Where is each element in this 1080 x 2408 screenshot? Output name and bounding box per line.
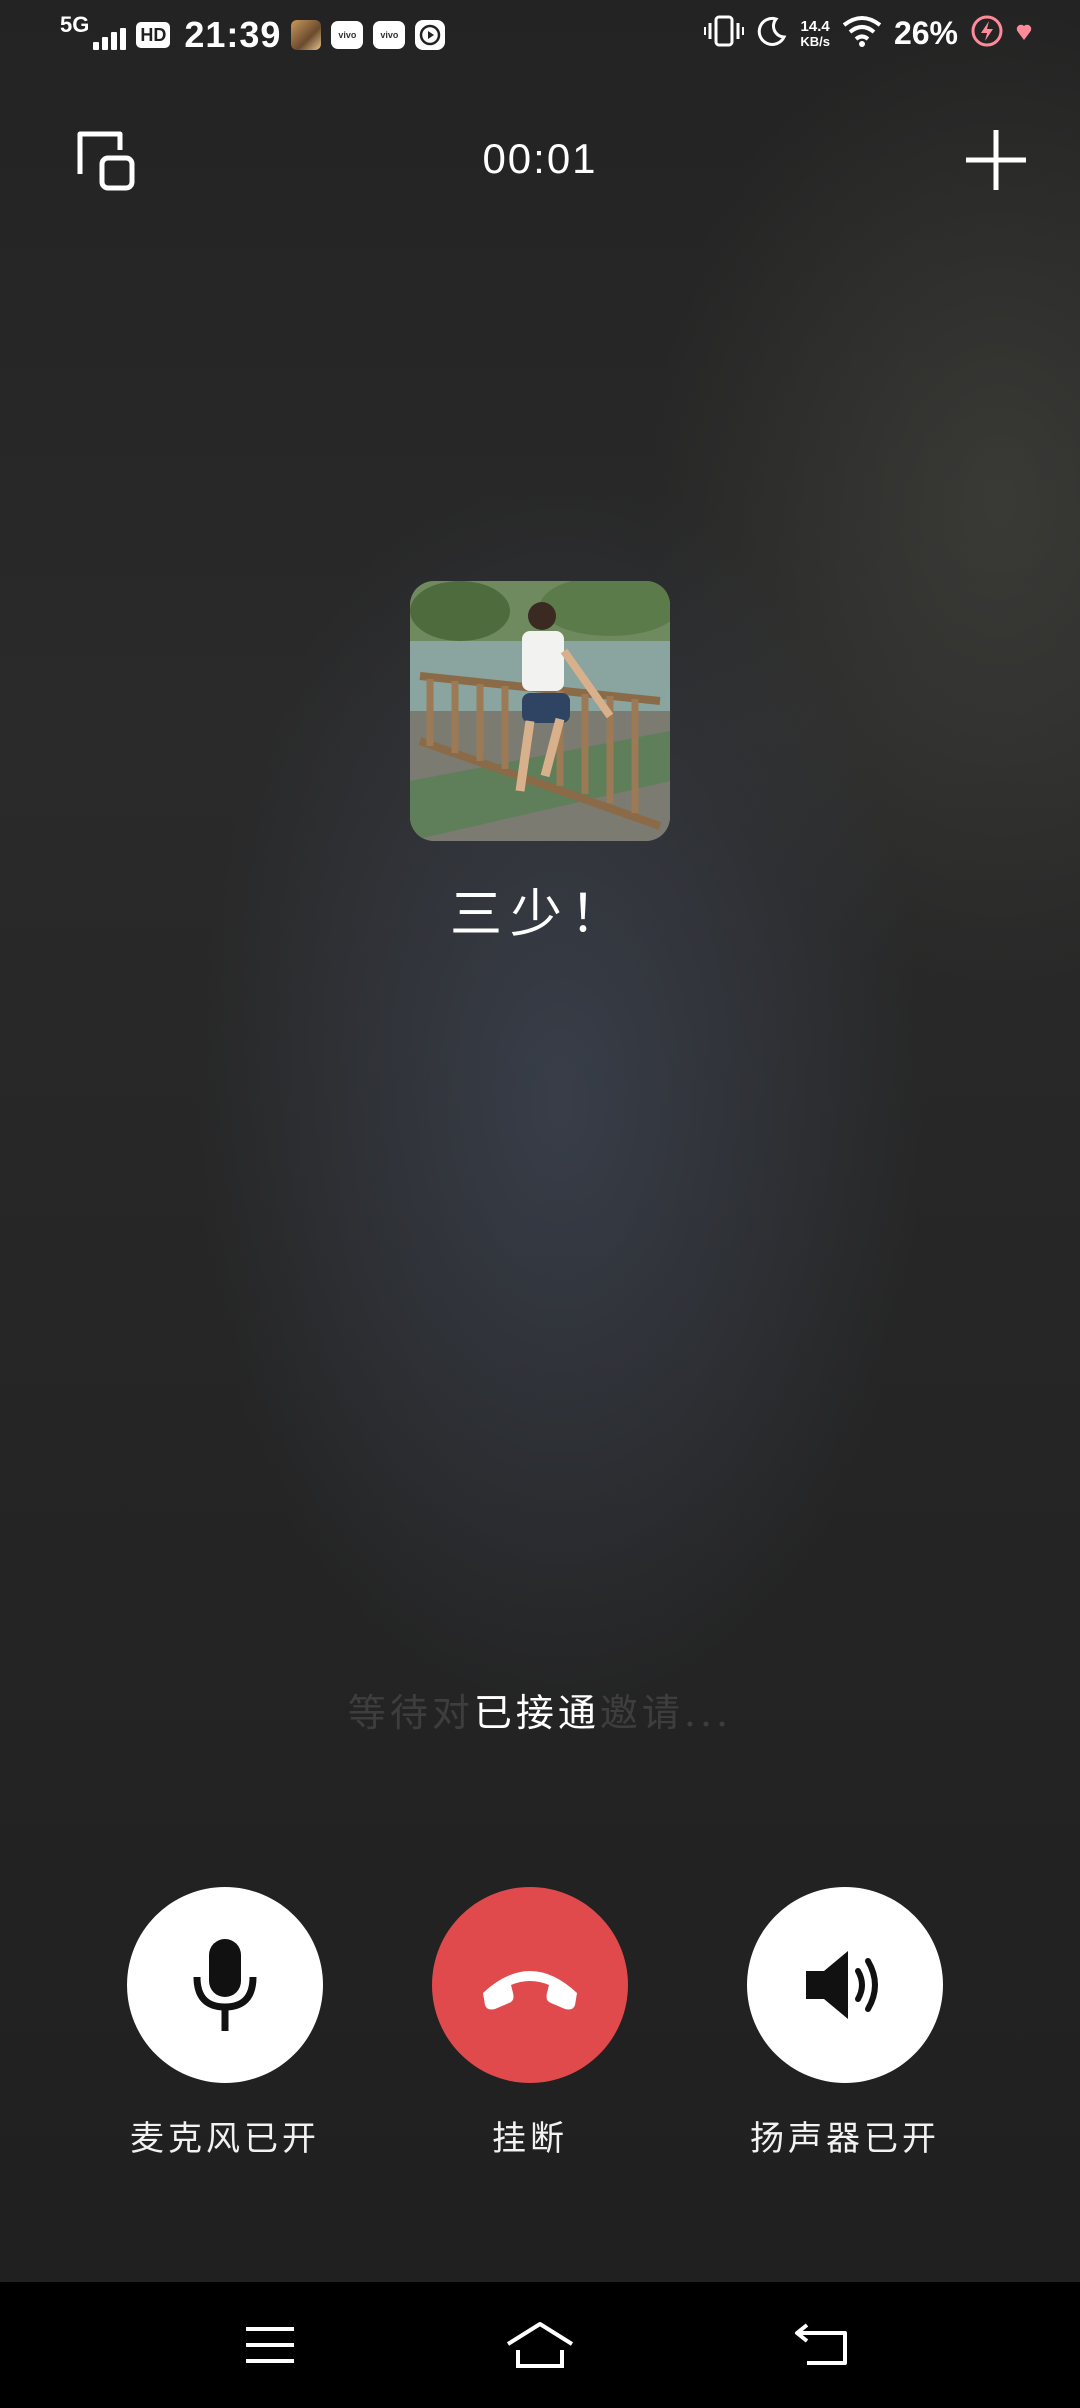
call-status: 等待对已接通邀请...	[0, 1682, 1080, 1737]
system-navigation-bar	[0, 2282, 1080, 2408]
hangup-button[interactable]	[432, 1887, 628, 2083]
voice-call-screen: 5G HD 21:39 vivo vivo 14.4 KB/s 26% 00:0…	[0, 0, 1080, 2408]
back-button[interactable]	[772, 2282, 872, 2408]
network-speed-value: 14.4	[800, 17, 830, 35]
status-bar-left: 5G HD 21:39 vivo vivo	[60, 12, 446, 56]
home-button[interactable]	[490, 2282, 590, 2408]
contact-name: 三少！	[449, 885, 630, 945]
contact-avatar	[410, 581, 670, 841]
vibrate-icon	[704, 14, 745, 53]
vivo-icon: vivo	[373, 21, 406, 49]
hangup-phone-icon	[483, 1971, 577, 2010]
microphone-icon	[193, 1939, 257, 2031]
microphone-label: 麦克风已开	[130, 2119, 320, 2159]
call-timer: 00:01	[482, 135, 598, 182]
play-icon	[415, 20, 446, 50]
hangup-label: 挂断	[492, 2119, 568, 2159]
microphone-toggle-button[interactable]	[127, 1887, 323, 2083]
heart-icon	[1016, 20, 1032, 47]
home-icon	[506, 2322, 574, 2368]
hangup-control: 挂断	[432, 1887, 628, 2160]
battery-percentage: 26%	[893, 15, 958, 51]
speaker-icon	[806, 1951, 878, 2019]
call-status-fading-right: 邀请...	[599, 1691, 733, 1735]
clock: 21:39	[184, 14, 282, 55]
do-not-disturb-moon-icon	[756, 15, 788, 52]
wifi-icon	[842, 15, 882, 52]
microphone-control: 麦克风已开	[127, 1887, 323, 2160]
network-speed: 14.4 KB/s	[800, 19, 830, 49]
call-status-fading-left: 等待对	[347, 1691, 474, 1735]
add-participant-button[interactable]	[962, 126, 1030, 198]
menu-icon	[246, 2327, 294, 2363]
network-speed-unit: KB/s	[800, 33, 830, 49]
network-type: 5G	[60, 12, 90, 37]
charging-icon	[970, 14, 1004, 53]
status-bar: 5G HD 21:39 vivo vivo 14.4 KB/s 26%	[0, 0, 1080, 84]
speaker-control: 扬声器已开	[747, 1887, 943, 2160]
game-app-icon	[291, 20, 322, 50]
speaker-label: 扬声器已开	[750, 2119, 940, 2159]
speaker-toggle-button[interactable]	[747, 1887, 943, 2083]
vivo-icon: vivo	[331, 21, 364, 49]
back-icon	[795, 2323, 847, 2365]
hd-voice-badge: HD	[136, 22, 171, 48]
recent-apps-button[interactable]	[220, 2282, 320, 2408]
call-status-text: 已接通	[473, 1691, 600, 1735]
signal-strength-icon	[93, 20, 127, 50]
status-bar-right: 14.4 KB/s 26%	[704, 14, 1032, 53]
